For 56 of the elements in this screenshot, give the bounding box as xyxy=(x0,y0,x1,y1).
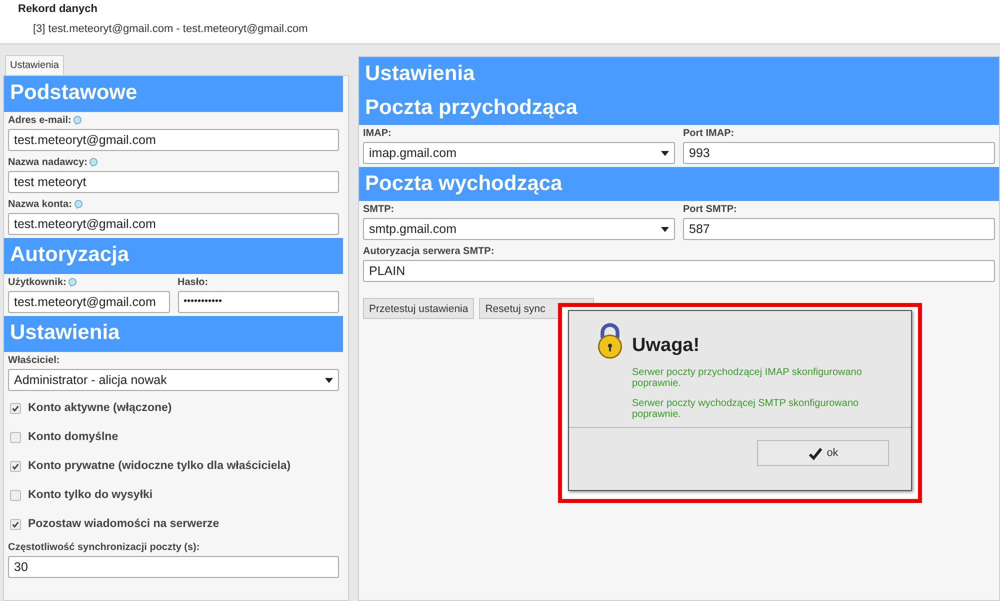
info-icon[interactable] xyxy=(73,116,82,125)
input-field[interactable]: test.meteoryt@gmail.com xyxy=(8,129,339,151)
checkbox-label: Konto aktywne (włączone) xyxy=(28,402,172,414)
checkbox-label: Konto domyślne xyxy=(28,431,118,443)
field-label: SMTP: xyxy=(363,204,394,215)
checkbox[interactable] xyxy=(10,490,21,500)
input-field[interactable]: test.meteoryt@gmail.com xyxy=(8,213,339,235)
field-label: Nazwa konta: xyxy=(8,199,72,210)
field-label: Hasło: xyxy=(178,277,208,288)
field-label: Właściciel: xyxy=(8,355,60,366)
dropdown-arrow-icon xyxy=(325,378,333,382)
checkbox-label: Konto tylko do wysyłki xyxy=(28,489,153,501)
section-header: Podstawowe xyxy=(4,76,343,112)
input-field[interactable]: test meteoryt xyxy=(8,171,339,193)
dropdown-arrow-icon xyxy=(661,150,669,156)
input-field[interactable]: 587 xyxy=(683,218,995,240)
field-label: Port SMTP: xyxy=(683,204,737,215)
field-label: IMAP: xyxy=(363,128,392,139)
field-label: Autoryzacja serwera SMTP: xyxy=(363,246,494,257)
input-field[interactable]: PLAIN xyxy=(363,260,995,282)
input-field[interactable]: 30 xyxy=(8,556,339,578)
tab[interactable]: Ustawienia xyxy=(5,55,64,75)
section-header: Poczta przychodząca xyxy=(359,91,999,125)
dropdown[interactable]: Administrator - alicja nowak xyxy=(8,369,339,391)
dialog-message: Serwer poczty przychodzącej IMAP skonfigurowano poprawnie. xyxy=(632,367,863,389)
field-label: Częstotliwość synchronizacji poczty (s): xyxy=(8,542,200,553)
field-label: Port IMAP: xyxy=(683,128,734,139)
section-header: Poczta wychodząca xyxy=(359,167,999,201)
field-label: Adres e-mail: xyxy=(8,115,72,126)
action-button[interactable]: Przetestuj ustawienia xyxy=(363,298,474,319)
dialog-title: Uwaga! xyxy=(632,335,701,357)
info-icon[interactable] xyxy=(89,158,98,167)
checkmark-icon xyxy=(808,446,823,460)
record-subtitle: [3] test.meteoryt@gmail.com - test.meteoryt@gmail.com xyxy=(33,23,309,35)
info-icon[interactable] xyxy=(68,278,78,287)
field-label: Użytkownik: xyxy=(8,277,66,288)
checkbox-label: Pozostaw wiadomości na serwerze xyxy=(28,518,220,530)
checkbox[interactable] xyxy=(10,518,21,530)
dropdown[interactable]: smtp.gmail.com xyxy=(363,218,675,240)
checkbox[interactable] xyxy=(10,432,21,442)
section-header: Autoryzacja xyxy=(4,238,343,274)
info-icon[interactable] xyxy=(74,200,83,209)
input-field[interactable]: test.meteoryt@gmail.com xyxy=(8,291,170,313)
record-title: Rekord danych xyxy=(18,3,98,15)
section-header: Ustawienia xyxy=(4,316,343,352)
panel-title: Ustawienia xyxy=(359,57,999,91)
field-label: Nazwa nadawcy: xyxy=(8,157,88,168)
checkbox-label: Konto prywatne (widoczne tylko dla właściciela) xyxy=(28,460,291,472)
password-field[interactable]: ••••••••••• xyxy=(178,291,339,313)
dropdown-arrow-icon xyxy=(661,226,669,232)
checkbox[interactable] xyxy=(10,460,21,472)
checkbox[interactable] xyxy=(10,402,21,414)
dropdown[interactable]: imap.gmail.com xyxy=(363,142,675,164)
input-field[interactable]: 993 xyxy=(683,142,995,164)
ok-button[interactable]: ok xyxy=(757,440,889,466)
dialog-message: Serwer poczty wychodzącej SMTP skonfigurowano poprawnie. xyxy=(632,398,860,420)
